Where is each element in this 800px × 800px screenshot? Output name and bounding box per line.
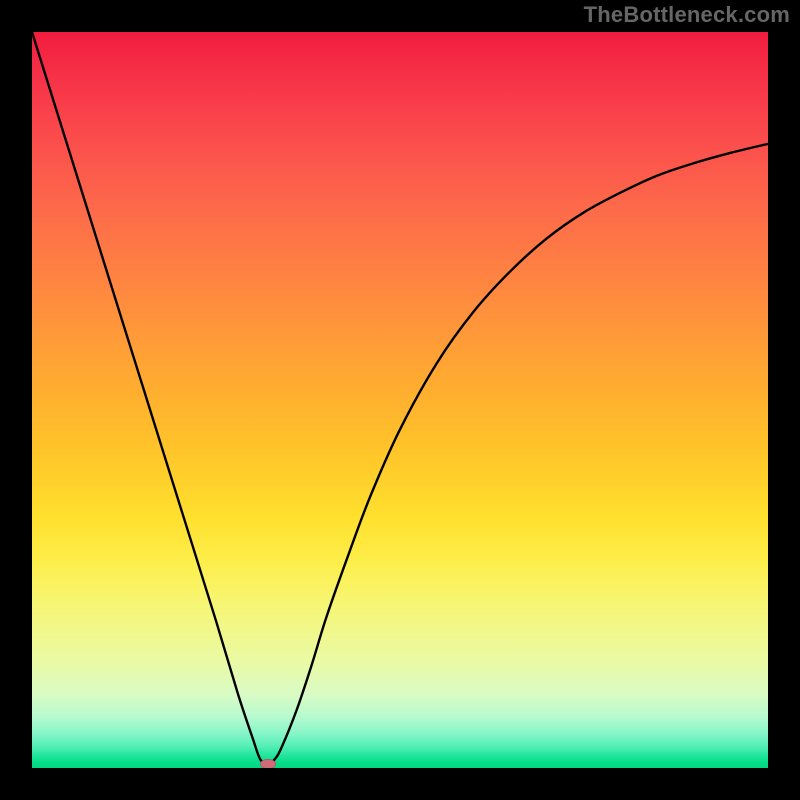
plot-area [32, 32, 768, 768]
chart-frame: TheBottleneck.com [0, 0, 800, 800]
curve-svg [32, 32, 768, 768]
watermark-text: TheBottleneck.com [584, 2, 790, 28]
bottleneck-curve [32, 32, 768, 764]
optimal-point-marker [260, 759, 276, 768]
